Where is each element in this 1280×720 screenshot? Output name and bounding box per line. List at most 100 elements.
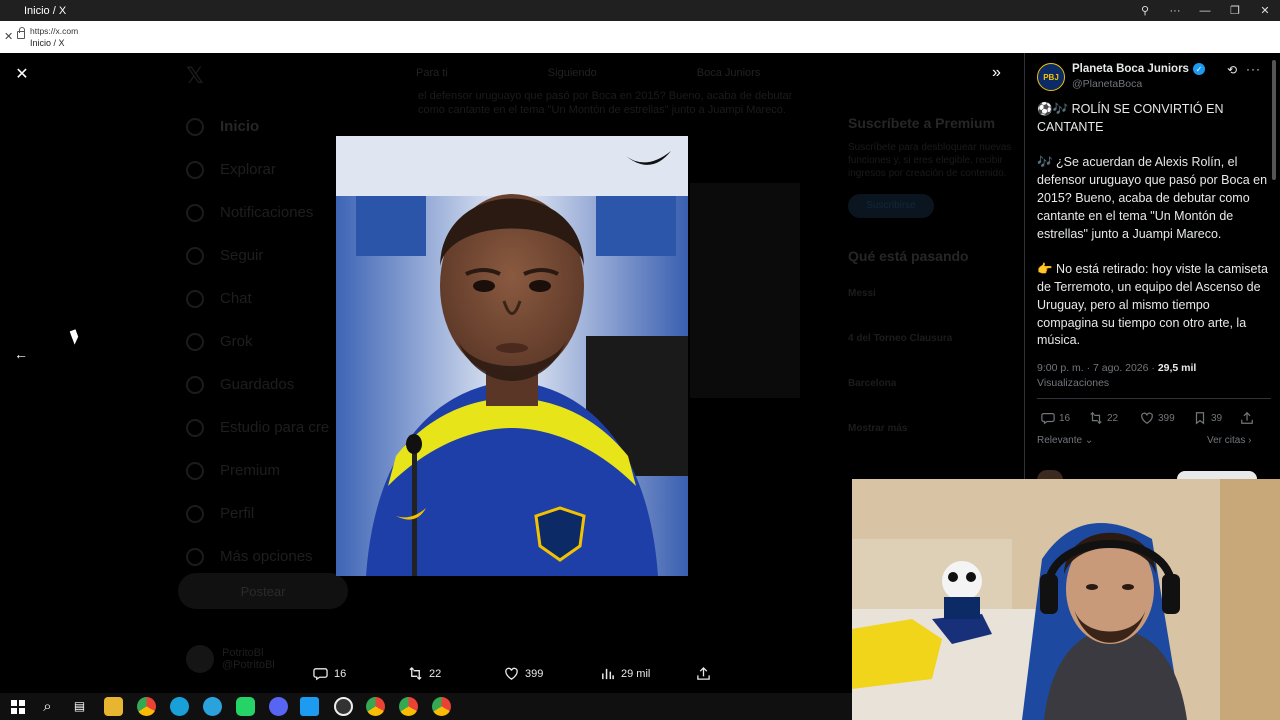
premium-title: Suscríbete a Premium — [848, 115, 996, 131]
maximize-button[interactable]: ❐ — [1220, 4, 1250, 17]
bookmark-icon — [186, 375, 204, 394]
previous-media-button[interactable]: ← — [14, 346, 28, 362]
trend-item: Mostrar más — [848, 423, 908, 434]
chat-icon — [186, 289, 204, 308]
windows-start-icon[interactable] — [8, 697, 27, 716]
chrome-profile-icon[interactable] — [432, 697, 451, 716]
tweet-timestamp[interactable]: 9:00 p. m. · 7 ago. 2026 · — [1037, 362, 1158, 374]
webcam-overlay — [852, 479, 1280, 720]
media-like-button[interactable]: 399 — [504, 666, 543, 681]
media-views-button[interactable]: 29 mil — [600, 666, 650, 681]
collapse-panel-button[interactable]: » — [992, 64, 1001, 82]
nav-item-chat: Chat — [186, 277, 329, 320]
obs-icon[interactable] — [334, 697, 353, 716]
windows-logo — [11, 700, 25, 714]
tab-siguiendo: Siguiendo — [547, 67, 597, 79]
nav-item-guardados: Guardados — [186, 363, 329, 406]
file-explorer-icon[interactable] — [104, 697, 123, 716]
close-window-button[interactable]: ✕ — [1250, 4, 1280, 17]
tweet-views-label: Visualizaciones — [1037, 377, 1110, 389]
repost-button[interactable]: 22 — [1089, 411, 1118, 425]
window-title: Inicio / X — [24, 4, 67, 17]
more-circle-icon — [186, 547, 204, 566]
task-view-icon[interactable]: ▤ — [70, 697, 89, 716]
sort-replies-dropdown[interactable]: Relevante ⌄ — [1037, 435, 1093, 446]
x-logo-icon: 𝕏 — [186, 63, 204, 88]
premium-icon — [186, 461, 204, 480]
feed-post-text: el defensor uruguayo que pasó por Boca e… — [418, 90, 793, 116]
minimize-button[interactable]: — — [1190, 5, 1220, 17]
nav-item-estudio: Estudio para cre — [186, 406, 329, 449]
search-icon — [186, 160, 204, 179]
nav-item-mas-opciones: Más opciones — [186, 535, 329, 578]
follow-button[interactable] — [1177, 471, 1257, 479]
nav-item-explorar: Explorar — [186, 148, 329, 191]
view-quotes-link[interactable]: Ver citas › — [1207, 435, 1251, 446]
tweet-views-count: 29,5 mil — [1157, 362, 1197, 374]
lock-icon[interactable] — [17, 27, 25, 39]
trend-item: 4 del Torneo Clausura — [848, 333, 953, 344]
post-button: Postear — [178, 573, 348, 609]
author-name[interactable]: Planeta Boca Juniors ✓ — [1072, 63, 1205, 75]
repost-icon — [1090, 411, 1102, 425]
premium-text: Suscríbete para desbloquear nuevas funci… — [848, 142, 1012, 179]
nav-item-perfil: Perfil — [186, 492, 329, 535]
nav-item-notificaciones: Notificaciones — [186, 191, 329, 234]
studio-icon — [186, 418, 204, 437]
like-button[interactable]: 399 — [1140, 411, 1175, 425]
repost-icon — [409, 666, 422, 681]
search-icon[interactable]: ⌕ — [38, 697, 57, 716]
window-title-bar: Inicio / X ⚲ ··· — ❐ ✕ — [0, 0, 1280, 21]
share-button[interactable] — [1240, 411, 1254, 425]
windows-taskbar: ⌕ ▤ — [0, 693, 852, 720]
media-reply-button[interactable]: 16 — [313, 666, 346, 681]
trending-title: Qué está pasando — [848, 248, 969, 264]
more-options-icon[interactable]: ··· — [1160, 5, 1190, 17]
page-title: Inicio / X — [30, 38, 65, 48]
panel-scrollbar[interactable] — [1272, 60, 1276, 180]
discord-icon[interactable] — [269, 697, 288, 716]
reply-icon — [313, 668, 328, 681]
profile-icon — [186, 504, 204, 523]
author-avatar[interactable]: PBJ — [1037, 63, 1065, 91]
more-options-icon[interactable]: ··· — [1246, 62, 1261, 76]
right-sidebar: Suscríbete a Premium Suscríbete para des… — [848, 115, 1023, 456]
close-media-button[interactable]: ✕ — [13, 66, 31, 84]
chrome-icon[interactable] — [137, 697, 156, 716]
telegram-icon[interactable] — [203, 697, 222, 716]
author-handle[interactable]: @PlanetaBoca — [1072, 78, 1142, 90]
pwa-url-bar: ✕ https://x.com Inicio / X — [0, 21, 1280, 53]
webcam-feed — [852, 479, 1280, 720]
media-repost-button[interactable]: 22 — [408, 666, 441, 681]
trend-item: Messi — [848, 288, 876, 299]
chrome-profile-icon[interactable] — [399, 697, 418, 716]
bell-icon — [186, 203, 204, 222]
x-app-icon[interactable] — [300, 697, 319, 716]
edge-icon[interactable] — [170, 697, 189, 716]
views-chart-icon — [602, 668, 614, 680]
nav-item-seguir: Seguir — [186, 234, 329, 277]
heart-icon — [1141, 412, 1153, 424]
window-controls: ⚲ ··· — ❐ ✕ — [1130, 0, 1280, 21]
whatsapp-icon[interactable] — [236, 697, 255, 716]
url-text: https://x.com — [30, 26, 79, 36]
player-portrait — [336, 136, 688, 576]
tab-para-ti: Para ti — [416, 67, 448, 79]
share-icon — [1241, 411, 1253, 424]
bookmark-button[interactable]: 39 — [1193, 411, 1222, 425]
tab-boca-juniors: Boca Juniors — [696, 67, 761, 79]
heart-icon — [505, 667, 518, 680]
zoom-icon[interactable]: ⚲ — [1130, 4, 1160, 17]
chrome-profile-icon[interactable] — [366, 697, 385, 716]
divider — [1037, 398, 1271, 399]
verified-badge-icon: ✓ — [1192, 63, 1205, 75]
chevron-down-icon: ⌄ — [1084, 435, 1094, 446]
tweet-media-photo[interactable] — [336, 136, 688, 576]
close-url-bar-icon[interactable]: ✕ — [4, 30, 13, 43]
person-add-icon — [186, 246, 204, 265]
grok-icon[interactable]: ⟲ — [1227, 63, 1237, 77]
tweet-text: ⚽🎶 ROLÍN SE CONVIRTIÓ EN CANTANTE 🎶 ¿Se … — [1037, 102, 1268, 348]
media-share-button[interactable] — [696, 666, 711, 681]
reply-button[interactable]: 16 — [1041, 411, 1070, 425]
nav-item-grok: Grok — [186, 320, 329, 363]
